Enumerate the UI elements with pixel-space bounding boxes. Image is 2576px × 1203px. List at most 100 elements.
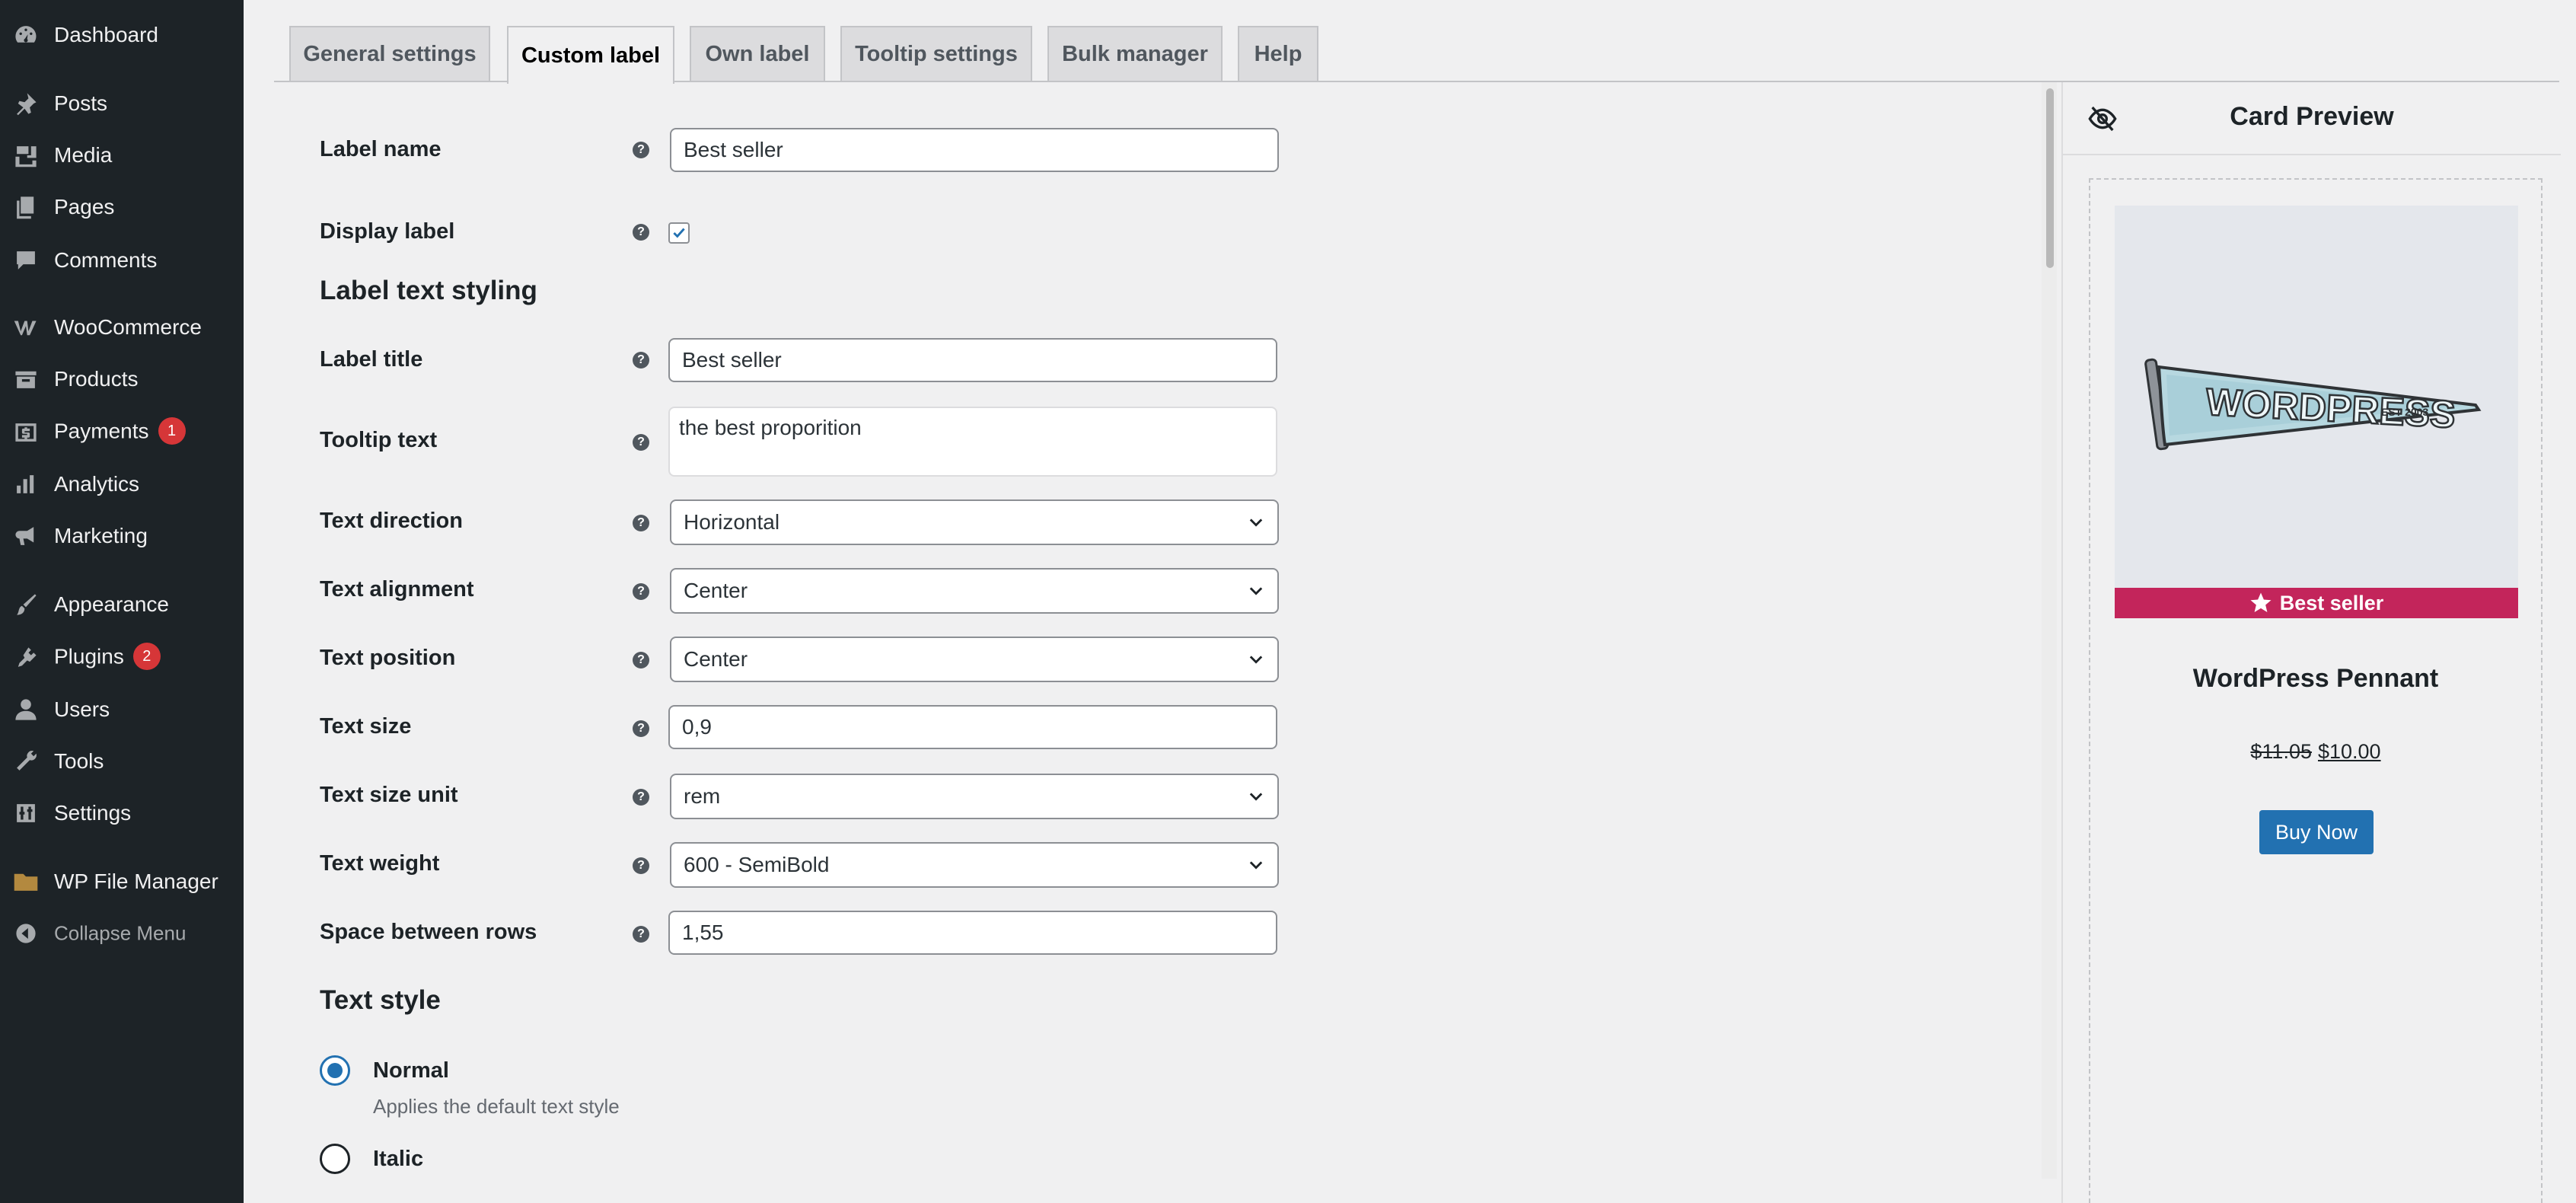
help-icon[interactable]: ? [633, 652, 649, 669]
help-icon[interactable]: ? [633, 857, 649, 874]
menu-item-plugins[interactable]: Plugins 2 [0, 635, 244, 681]
menu-item-media[interactable]: Media [0, 132, 244, 178]
text-alignment-select[interactable]: Center [670, 568, 1279, 614]
menu-label: Posts [54, 91, 108, 115]
text-style-heading: Text style [320, 985, 441, 1015]
chevron-down-icon [1249, 587, 1263, 595]
bar-chart-icon [11, 469, 41, 499]
product-image: WORDPRESS EST 2003 [2115, 206, 2518, 588]
dashboard-icon [11, 20, 41, 50]
menu-label: Media [54, 143, 113, 167]
menu-item-posts[interactable]: Posts [0, 81, 244, 126]
menu-item-tools[interactable]: Tools [0, 739, 244, 784]
menu-item-appearance[interactable]: Appearance [0, 582, 244, 627]
help-icon[interactable]: ? [633, 352, 649, 369]
paintbrush-icon [11, 589, 41, 620]
help-icon[interactable]: ? [633, 583, 649, 600]
menu-item-analytics[interactable]: Analytics [0, 461, 244, 507]
tab-custom-label[interactable]: Custom label [507, 26, 674, 84]
chevron-down-icon [1249, 861, 1263, 870]
menu-label: Payments 1 [54, 417, 186, 446]
text-size-input[interactable] [668, 705, 1277, 749]
sliders-icon [11, 798, 41, 828]
text-position-value: Center [684, 647, 748, 671]
pin-icon [11, 88, 41, 119]
pages-icon [11, 192, 41, 222]
menu-label: Users [54, 697, 110, 721]
wrench-icon [11, 746, 41, 777]
pennant-small-text: EST 2003 [2381, 406, 2428, 418]
plug-icon [11, 643, 41, 673]
menu-item-comments[interactable]: Comments [0, 238, 244, 283]
text-size-unit-select[interactable]: rem [670, 774, 1279, 819]
display-label-checkbox[interactable] [668, 222, 690, 244]
price-new: $10.00 [2317, 740, 2381, 763]
tab-general-settings[interactable]: General settings [289, 26, 490, 81]
tab-tooltip-settings[interactable]: Tooltip settings [840, 26, 1032, 81]
menu-label: WooCommerce [54, 315, 202, 339]
text-weight-select[interactable]: 600 - SemiBold [670, 842, 1279, 888]
text-position-select[interactable]: Center [670, 637, 1279, 682]
radio-italic-label: Italic [373, 1147, 424, 1171]
preview-header-divider [2063, 154, 2561, 155]
menu-item-dashboard[interactable]: Dashboard [0, 12, 244, 58]
archive-icon [11, 364, 41, 394]
collapse-menu-button[interactable]: Collapse Menu [0, 911, 244, 956]
menu-label: Dashboard [54, 23, 158, 46]
menu-item-pages[interactable]: Pages [0, 184, 244, 230]
row-space-input[interactable] [668, 911, 1277, 955]
scrollbar-thumb[interactable] [2046, 88, 2054, 268]
menu-item-settings[interactable]: Settings [0, 790, 244, 836]
media-icon [11, 140, 41, 171]
menu-item-users[interactable]: Users [0, 687, 244, 732]
megaphone-icon [11, 521, 41, 551]
product-price: $11.05 $10.00 [2089, 740, 2543, 764]
menu-label: Settings [54, 801, 132, 825]
help-icon[interactable]: ? [633, 142, 649, 158]
tab-own-label[interactable]: Own label [690, 26, 825, 81]
help-icon[interactable]: ? [633, 515, 649, 531]
text-position-label: Text position [320, 646, 456, 670]
card-preview-title: Card Preview [2230, 102, 2394, 131]
menu-label-text: Plugins [54, 644, 124, 669]
menu-item-wp-file-manager[interactable]: WP File Manager [0, 859, 244, 905]
user-icon [11, 694, 41, 725]
menu-item-marketing[interactable]: Marketing [0, 513, 244, 559]
chevron-down-icon [1249, 656, 1263, 664]
help-icon[interactable]: ? [633, 926, 649, 943]
text-size-label: Text size [320, 714, 412, 739]
row-space-label: Space between rows [320, 920, 537, 944]
product-name[interactable]: WordPress Pennant [2089, 664, 2543, 694]
menu-label: Collapse Menu [54, 921, 187, 945]
help-icon[interactable]: ? [633, 789, 649, 806]
menu-label-text: Payments [54, 419, 149, 443]
radio-normal-description: Applies the default text style [373, 1095, 620, 1118]
menu-item-products[interactable]: Products [0, 356, 244, 402]
text-size-unit-value: rem [684, 784, 721, 808]
text-direction-select[interactable]: Horizontal [670, 499, 1279, 545]
help-icon[interactable]: ? [633, 720, 649, 737]
tab-bulk-manager[interactable]: Bulk manager [1047, 26, 1223, 81]
tab-help[interactable]: Help [1238, 26, 1318, 81]
menu-item-payments[interactable]: Payments 1 [0, 410, 244, 455]
text-size-unit-label: Text size unit [320, 783, 458, 807]
radio-normal[interactable] [320, 1055, 350, 1086]
help-icon[interactable]: ? [633, 434, 649, 451]
buy-now-button[interactable]: Buy Now [2259, 810, 2374, 854]
notification-badge: 1 [158, 417, 186, 445]
label-title-input[interactable] [668, 338, 1277, 382]
tooltip-text-textarea[interactable]: the best proporition [668, 407, 1277, 477]
text-direction-label: Text direction [320, 509, 463, 533]
label-title-label: Label title [320, 347, 423, 372]
help-icon[interactable]: ? [633, 224, 649, 241]
radio-italic[interactable] [320, 1144, 350, 1174]
text-weight-value: 600 - SemiBold [684, 853, 830, 876]
woocommerce-icon [11, 312, 41, 343]
menu-item-woocommerce[interactable]: WooCommerce [0, 305, 244, 350]
menu-label: Products [54, 367, 139, 391]
label-name-input[interactable] [670, 128, 1279, 172]
menu-label: WP File Manager [54, 870, 218, 893]
comment-icon [11, 245, 41, 276]
price-old: $11.05 [2250, 740, 2312, 763]
dollar-icon [11, 417, 41, 448]
